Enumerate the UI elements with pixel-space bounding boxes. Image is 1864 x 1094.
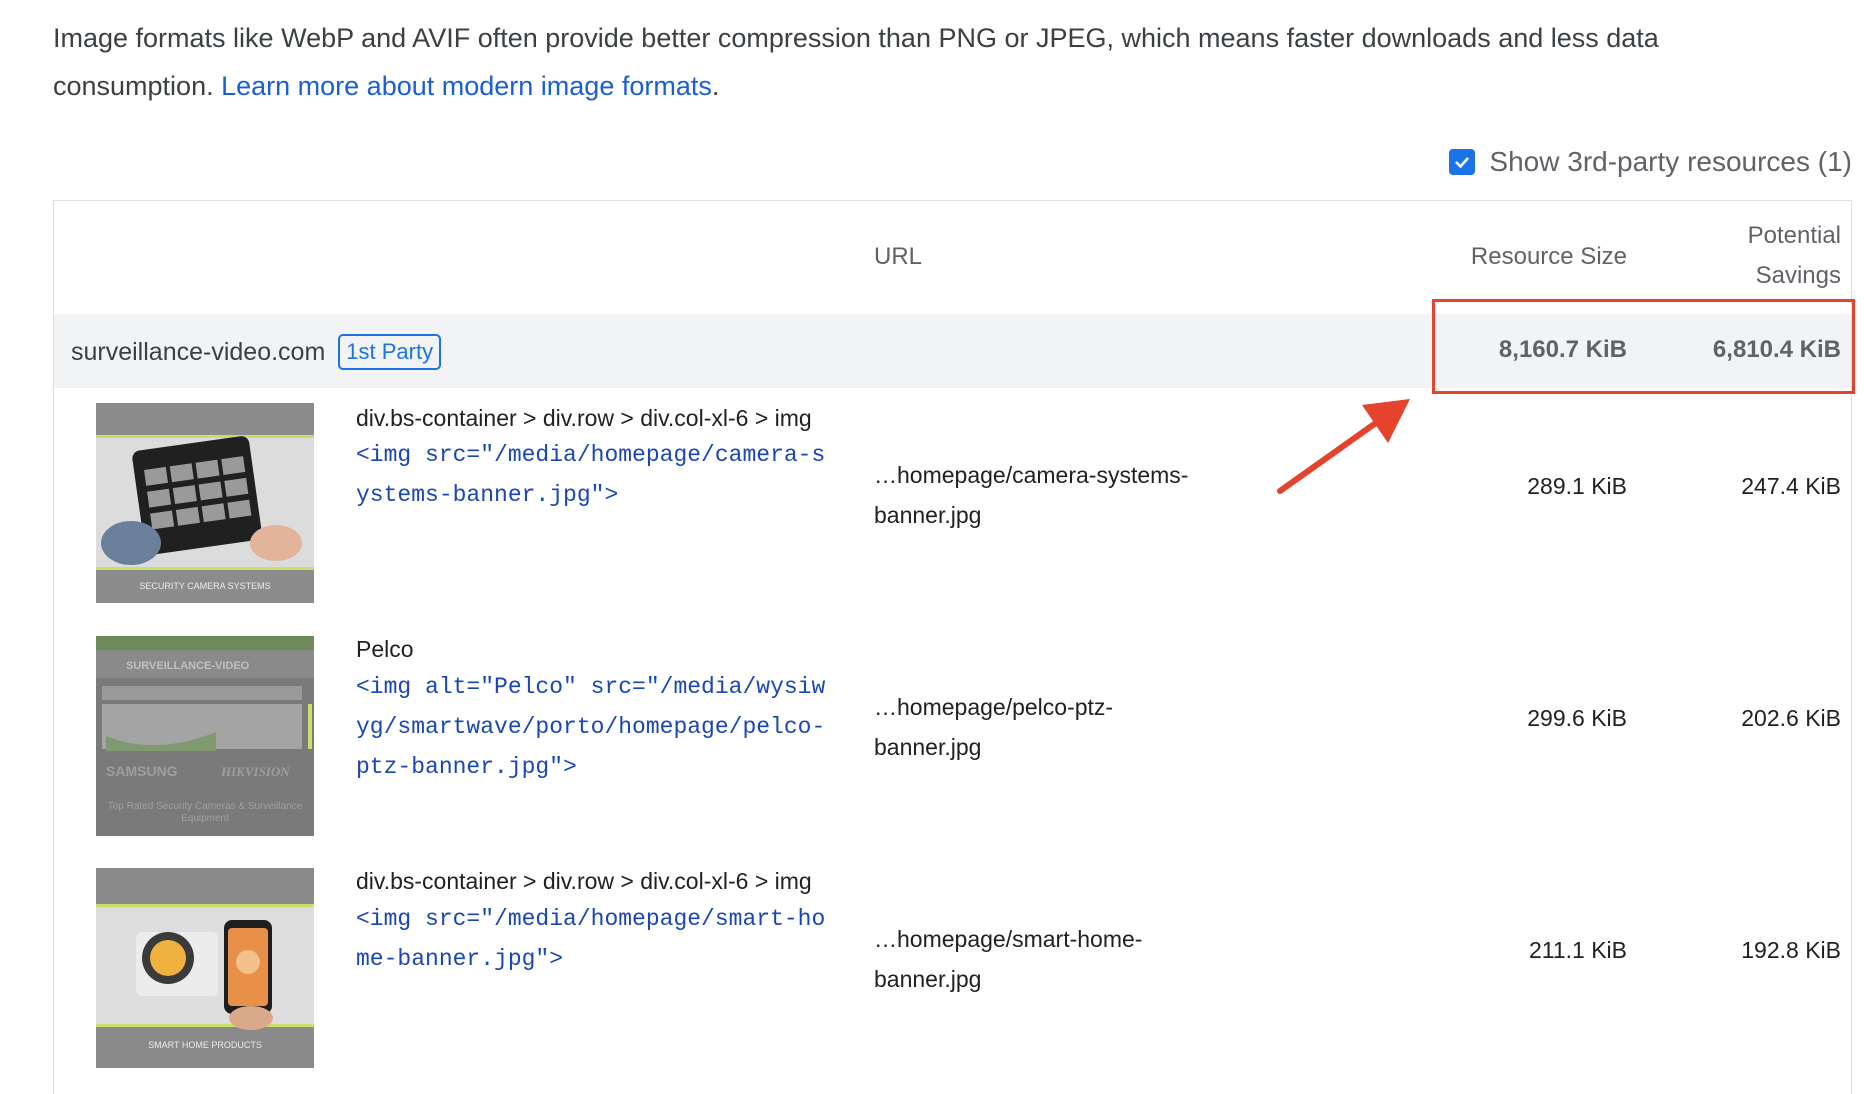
element-selector: div.bs-container > div.row > div.col-xl-… [356,405,812,431]
element-snippet[interactable]: <img src="/media/homepage/camera-systems… [356,435,836,515]
resource-url[interactable]: …homepage/pelco-ptz- banner.jpg [874,687,1244,767]
table-row: SURVEILLANCE-VIDEO SAMSUNG HIKVISION Top… [54,621,1851,836]
third-party-label: Show 3rd-party resources (1) [1489,146,1852,177]
camera-systems-thumbnail: SECURITY CAMERA SYSTEMS [96,403,314,603]
thumb-logo-samsung: SAMSUNG [106,763,178,779]
header-url: URL [874,243,923,270]
potential-savings: 202.6 KiB [1741,705,1841,731]
header-savings-line1: Potential [1747,222,1841,249]
entity-label: surveillance-video.com [71,337,326,366]
url-line1: …homepage/smart-home- [874,926,1143,952]
resource-size: 299.6 KiB [1527,705,1627,731]
resource-url[interactable]: …homepage/smart-home- banner.jpg [874,919,1244,999]
url-line2: banner.jpg [874,966,982,992]
element-snippet[interactable]: <img alt="Pelco" src="/media/wysiwyg/sma… [356,667,836,787]
potential-savings: 247.4 KiB [1741,473,1841,499]
annotation-arrow-icon [1277,399,1410,494]
description-end: . [711,71,720,101]
element-snippet[interactable]: <img src="/media/homepage/smart-home-ban… [356,899,836,979]
audit-description: Image formats like WebP and AVIF often p… [53,14,1753,110]
third-party-toggle[interactable]: Show 3rd-party resources (1) [1449,146,1852,178]
thumb-brand: SURVEILLANCE-VIDEO [126,660,250,672]
first-party-badge: 1st Party [338,334,442,370]
learn-more-link[interactable]: Learn more about modern image formats [221,71,712,101]
url-line2: banner.jpg [874,502,982,528]
smart-home-thumbnail: SMART HOME PRODUCTS [96,868,314,1068]
header-potential-savings: Potential Savings [1701,216,1841,296]
resource-size: 289.1 KiB [1527,473,1627,499]
thumb-caption: SECURITY CAMERA SYSTEMS [139,581,270,591]
checkbox-checked-icon[interactable] [1449,149,1476,175]
table-row: SMART HOME PRODUCTS div.bs-container > d… [54,853,1851,1068]
thumb-logo-hikvision: HIKVISION [220,764,290,779]
url-line1: …homepage/camera-systems- [874,462,1189,488]
table-row: SECURITY CAMERA SYSTEMS div.bs-container… [54,389,1851,603]
header-resource-size: Resource Size [1470,243,1627,270]
url-line2: banner.jpg [874,734,982,760]
url-line1: …homepage/pelco-ptz- [874,694,1114,720]
thumb-caption: Top Rated Security Cameras & Surveillanc… [107,801,303,824]
element-selector: Pelco [356,636,414,662]
thumb-caption: SMART HOME PRODUCTS [148,1040,262,1050]
pelco-thumbnail: SURVEILLANCE-VIDEO SAMSUNG HIKVISION Top… [96,636,314,836]
element-selector: div.bs-container > div.row > div.col-xl-… [356,868,812,894]
resource-url[interactable]: …homepage/camera-systems- banner.jpg [874,455,1244,535]
resource-size: 211.1 KiB [1528,937,1627,963]
potential-savings: 192.8 KiB [1741,937,1841,963]
entity-name: surveillance-video.com 1st Party [71,334,442,370]
header-savings-line2: Savings [1755,262,1841,289]
annotation-highlight-box [1432,299,1855,394]
